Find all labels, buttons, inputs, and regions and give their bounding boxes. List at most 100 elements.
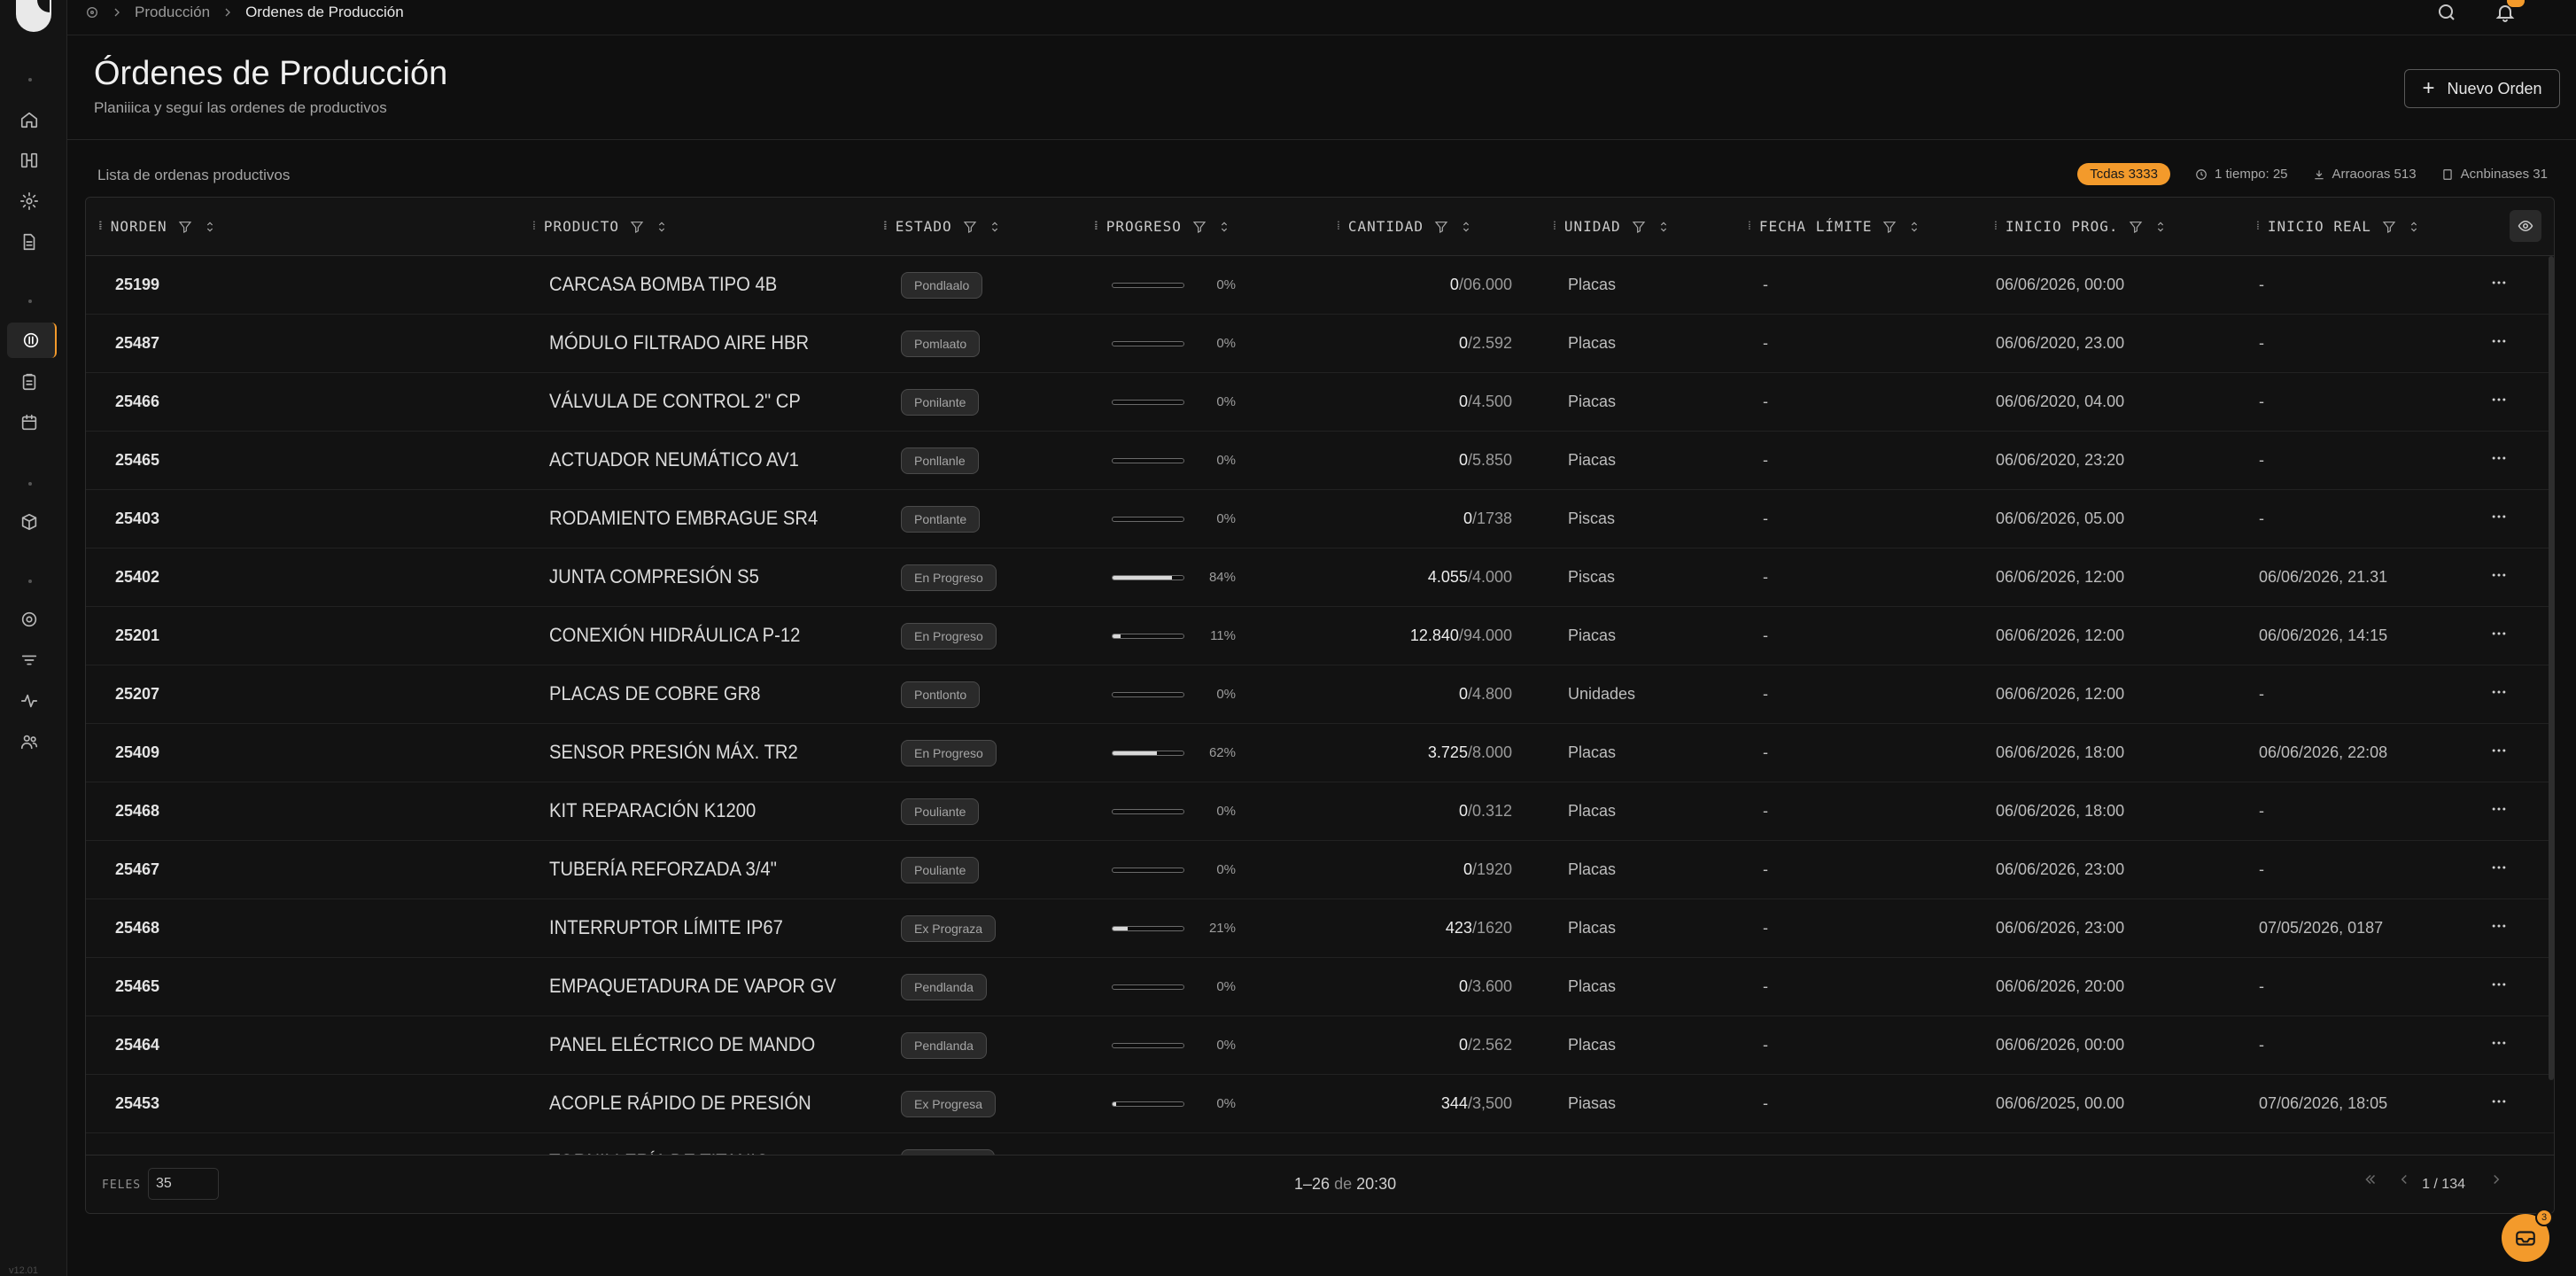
table-row[interactable]: 25199 CARCASA BOMBA TIPO 4B Pondlaalo 0% 0/0… bbox=[86, 256, 2554, 315]
order-number[interactable]: 25468 bbox=[115, 919, 159, 938]
order-number[interactable]: 25467 bbox=[115, 860, 159, 879]
filter-icon[interactable] bbox=[2129, 220, 2143, 234]
order-number[interactable]: 25403 bbox=[115, 510, 159, 528]
table-row[interactable]: 25487 MÓDULO FILTRADO AIRE HBR Pomlaato 0% 0… bbox=[86, 315, 2554, 373]
home-circle-icon[interactable] bbox=[85, 5, 99, 19]
sort-icon[interactable] bbox=[988, 220, 1002, 234]
column-unidad[interactable]: ⁞ UNIDAD bbox=[1553, 218, 1671, 235]
order-number[interactable]: 25487 bbox=[115, 334, 159, 353]
drag-handle-icon[interactable]: ⁞ bbox=[1748, 219, 1751, 234]
order-number[interactable]: 25465 bbox=[115, 977, 159, 996]
table-row[interactable]: 25465 EMPAQUETADURA DE VAPOR GV Pendlanda 0… bbox=[86, 958, 2554, 1016]
table-row[interactable]: 25468 KIT REPARACIÓN K1200 Pouliante 0% 0/0.… bbox=[86, 782, 2554, 841]
row-actions-button[interactable] bbox=[2490, 332, 2513, 355]
filter-icon[interactable] bbox=[2382, 220, 2396, 234]
next-page-button[interactable] bbox=[2488, 1171, 2504, 1192]
table-row[interactable]: 25467 TUBERÍA REFORZADA 3/4" Pouliante 0% 0/… bbox=[86, 841, 2554, 899]
row-actions-button[interactable] bbox=[2490, 683, 2513, 706]
archived-stat[interactable]: Arraooras 513 bbox=[2313, 167, 2417, 182]
table-row[interactable]: 25409 SENSOR PRESIÓN MÁX. TR2 En Progreso 6… bbox=[86, 724, 2554, 782]
search-button[interactable] bbox=[2436, 2, 2461, 27]
filter-icon[interactable] bbox=[178, 220, 192, 234]
row-actions-button[interactable] bbox=[2490, 566, 2513, 589]
order-number[interactable]: 25453 bbox=[115, 1094, 159, 1113]
row-actions-button[interactable] bbox=[2490, 859, 2513, 882]
drag-handle-icon[interactable]: ⁞ bbox=[532, 219, 536, 234]
drag-handle-icon[interactable]: ⁞ bbox=[1994, 219, 1998, 234]
table-row[interactable]: 25466 VÁLVULA DE CONTROL 2" CP Ponilante 0%… bbox=[86, 373, 2554, 432]
order-number[interactable]: 25402 bbox=[115, 568, 159, 587]
column-fecha-limite[interactable]: ⁞ FECHA LÍMITE bbox=[1748, 218, 1921, 235]
new-order-button[interactable]: + Nuevo Orden bbox=[2404, 69, 2560, 108]
row-actions-button[interactable] bbox=[2490, 800, 2513, 823]
column-estado[interactable]: ⁞⁞ ESTADO bbox=[883, 218, 1002, 235]
activity-icon[interactable] bbox=[18, 689, 41, 712]
row-actions-button[interactable] bbox=[2490, 1034, 2513, 1057]
filter-icon[interactable] bbox=[1192, 220, 1207, 234]
sort-icon[interactable] bbox=[1907, 220, 1921, 234]
row-actions-button[interactable] bbox=[2490, 1093, 2513, 1116]
sort-icon[interactable] bbox=[203, 220, 217, 234]
filter-icon[interactable] bbox=[1882, 220, 1897, 234]
sort-icon[interactable] bbox=[2407, 220, 2421, 234]
column-inicio-real[interactable]: ⁞ INICIO REAL bbox=[2256, 218, 2421, 235]
drag-handle-icon[interactable]: ⁞ bbox=[1337, 219, 1340, 234]
drag-handle-icon[interactable]: ⁞⁞ bbox=[1094, 219, 1098, 234]
column-producto[interactable]: ⁞ PRODUCTO bbox=[532, 218, 669, 235]
table-row[interactable]: 25403 RODAMIENTO EMBRAGUE SR4 Pontlante 0% 0… bbox=[86, 490, 2554, 549]
drag-handle-icon[interactable]: ⁞⁞ bbox=[98, 219, 102, 234]
order-number[interactable]: 25409 bbox=[115, 743, 159, 762]
row-actions-button[interactable] bbox=[2490, 976, 2513, 999]
first-page-icon[interactable] bbox=[2363, 1171, 2378, 1187]
production-orders-icon[interactable] bbox=[7, 323, 57, 358]
row-actions-button[interactable] bbox=[2490, 508, 2513, 531]
table-row[interactable]: 25465 ACTUADOR NEUMÁTICO AV1 Ponllanle 0% 0/… bbox=[86, 432, 2554, 490]
breadcrumb-production[interactable]: Producción bbox=[135, 4, 210, 21]
column-progreso[interactable]: ⁞⁞ PROGRESO bbox=[1094, 218, 1231, 235]
rows-per-page-input[interactable]: 35 bbox=[148, 1168, 219, 1200]
settings-gear-icon[interactable] bbox=[18, 190, 41, 213]
order-number[interactable]: 25207 bbox=[115, 685, 159, 704]
users-icon[interactable] bbox=[18, 730, 41, 753]
home-icon[interactable] bbox=[18, 108, 41, 131]
order-number[interactable]: 25201 bbox=[115, 626, 159, 645]
floating-action-button[interactable]: 3 bbox=[2502, 1209, 2553, 1262]
sort-icon[interactable] bbox=[1459, 220, 1473, 234]
cog-icon[interactable] bbox=[18, 608, 41, 631]
column-settings-button[interactable] bbox=[2510, 210, 2541, 242]
sort-icon[interactable] bbox=[655, 220, 669, 234]
column-inicio-prog[interactable]: ⁞ INICIO PROG. bbox=[1994, 218, 2168, 235]
order-number[interactable]: 25464 bbox=[115, 1036, 159, 1054]
table-row[interactable]: 25402 JUNTA COMPRESIÓN S5 En Progreso 84% 4.… bbox=[86, 549, 2554, 607]
clipboard-icon[interactable] bbox=[18, 370, 41, 393]
notifications-button[interactable] bbox=[2495, 0, 2525, 27]
filter-icon[interactable] bbox=[1632, 220, 1646, 234]
calendar-icon[interactable] bbox=[18, 411, 41, 434]
drag-handle-icon[interactable]: ⁞ bbox=[2256, 219, 2260, 234]
filter-lines-icon[interactable] bbox=[18, 649, 41, 672]
total-pill[interactable]: Tcdas 3333 bbox=[2077, 163, 2170, 185]
order-number[interactable]: 25466 bbox=[115, 393, 159, 411]
filter-icon[interactable] bbox=[963, 220, 977, 234]
column-orden[interactable]: ⁞⁞ NORDEN bbox=[98, 218, 217, 235]
table-row[interactable]: 25201 CONEXIÓN HIDRÁULICA P-12 En Progreso… bbox=[86, 607, 2554, 665]
table-row[interactable]: 25468 INTERRUPTOR LÍMITE IP67 Ex Prograza 2… bbox=[86, 899, 2554, 958]
order-number[interactable]: 25199 bbox=[115, 276, 159, 294]
filter-icon[interactable] bbox=[1434, 220, 1448, 234]
document-icon[interactable] bbox=[18, 230, 41, 253]
row-actions-button[interactable] bbox=[2490, 449, 2513, 472]
sort-icon[interactable] bbox=[1217, 220, 1231, 234]
table-row[interactable]: 25464 PANEL ELÉCTRICO DE MANDO Pendlanda 0%… bbox=[86, 1016, 2554, 1075]
workflow-icon[interactable] bbox=[18, 149, 41, 172]
previous-page-icon[interactable] bbox=[2396, 1171, 2412, 1187]
table-row[interactable]: 25453 ACOPLE RÁPIDO DE PRESIÓN Ex Progresa… bbox=[86, 1075, 2554, 1133]
row-actions-button[interactable] bbox=[2490, 391, 2513, 414]
order-number[interactable]: 25468 bbox=[115, 802, 159, 821]
column-cantidad[interactable]: ⁞ CANTIDAD bbox=[1337, 218, 1473, 235]
row-actions-button[interactable] bbox=[2490, 917, 2513, 940]
drag-handle-icon[interactable]: ⁞⁞ bbox=[883, 219, 887, 234]
filter-icon[interactable] bbox=[630, 220, 644, 234]
row-actions-button[interactable] bbox=[2490, 742, 2513, 765]
drag-handle-icon[interactable]: ⁞ bbox=[1553, 219, 1556, 234]
row-actions-button[interactable] bbox=[2490, 274, 2513, 297]
